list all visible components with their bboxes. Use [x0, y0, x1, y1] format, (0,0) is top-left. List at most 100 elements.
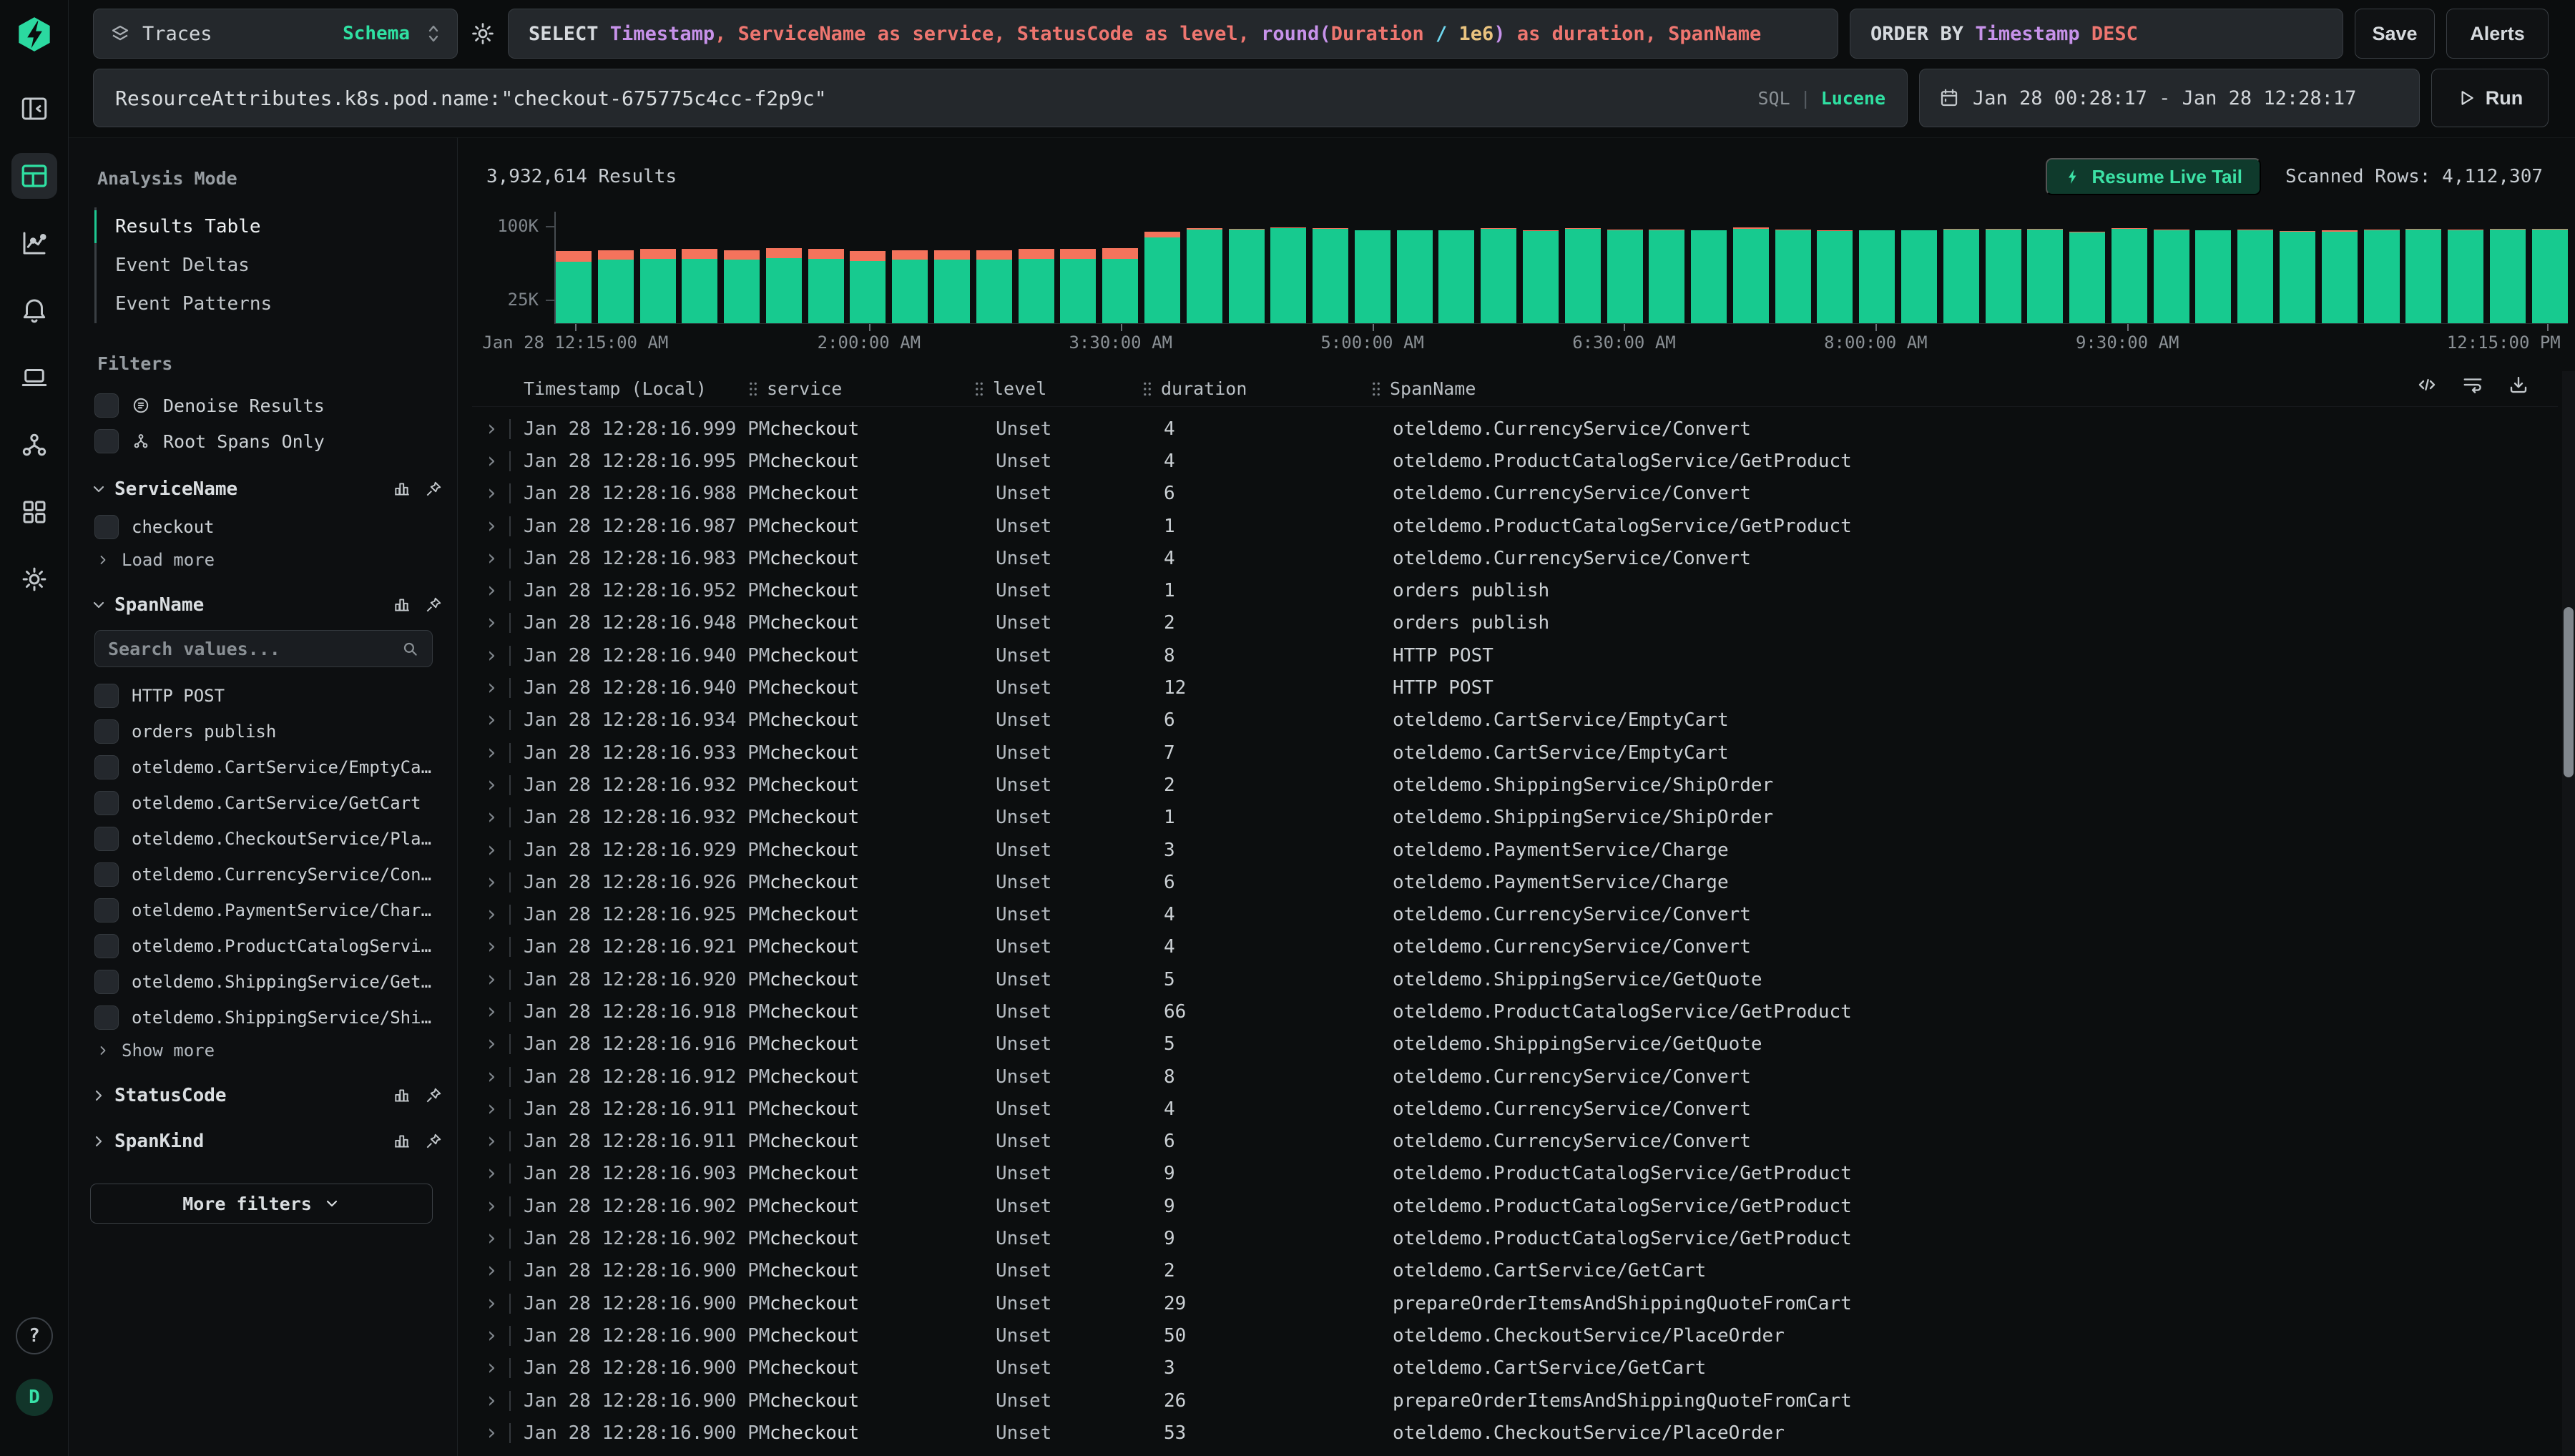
row-expand-icon[interactable]: › [485, 1163, 498, 1184]
scrollbar-track[interactable] [2562, 371, 2575, 1456]
settings-nav-icon[interactable] [11, 556, 57, 602]
row-expand-icon[interactable]: › [485, 1228, 498, 1249]
row-expand-icon[interactable]: › [485, 807, 498, 828]
row-expand-cell[interactable]: › [472, 742, 524, 764]
spanname-checkbox[interactable] [94, 898, 119, 923]
drag-handle-icon[interactable] [1139, 380, 1155, 398]
row-expand-cell[interactable]: › [472, 516, 524, 537]
run-button[interactable]: Run [2431, 69, 2549, 127]
table-row[interactable]: ›Jan 28 12:28:16.932 PMcheckoutUnset2ote… [472, 769, 2558, 801]
row-expand-cell[interactable]: › [472, 1293, 524, 1314]
row-expand-icon[interactable]: › [485, 742, 498, 764]
row-expand-cell[interactable]: › [472, 709, 524, 731]
table-row[interactable]: ›Jan 28 12:28:16.925 PMcheckoutUnset4ote… [472, 898, 2558, 930]
row-expand-cell[interactable]: › [472, 1196, 524, 1217]
table-row[interactable]: ›Jan 28 12:28:16.916 PMcheckoutUnset5ote… [472, 1028, 2558, 1061]
wrap-text-icon[interactable] [2462, 374, 2483, 395]
root-spans-toggle[interactable]: Root Spans Only [94, 428, 444, 454]
row-expand-icon[interactable]: › [485, 1293, 498, 1314]
spanname-checkbox[interactable] [94, 684, 119, 708]
row-expand-icon[interactable]: › [485, 969, 498, 990]
spanname-value[interactable]: oteldemo.PaymentService/Char… [94, 897, 444, 923]
analysis-mode-item[interactable]: Event Patterns [97, 285, 444, 323]
histogram-chart[interactable]: Jan 28 12:15:00 AM2:00:00 AM3:30:00 AM5:… [458, 208, 2568, 351]
spankind-section-header[interactable]: SpanKind [90, 1131, 443, 1152]
row-expand-icon[interactable]: › [485, 580, 498, 601]
row-expand-cell[interactable]: › [472, 677, 524, 699]
source-settings-gear-icon[interactable] [469, 20, 496, 47]
table-row[interactable]: ›Jan 28 12:28:16.948 PMcheckoutUnset2ord… [472, 607, 2558, 639]
row-expand-icon[interactable]: › [485, 709, 498, 731]
pin-icon[interactable] [424, 1132, 443, 1151]
table-row[interactable]: ›Jan 28 12:28:16.999 PMcheckoutUnset4ote… [472, 413, 2558, 445]
row-expand-cell[interactable]: › [472, 807, 524, 828]
row-expand-icon[interactable]: › [485, 1131, 498, 1152]
table-row[interactable]: ›Jan 28 12:28:16.911 PMcheckoutUnset4ote… [472, 1093, 2558, 1125]
table-row[interactable]: ›Jan 28 12:28:16.940 PMcheckoutUnset12HT… [472, 672, 2558, 704]
bar-chart-icon[interactable] [393, 596, 411, 614]
table-row[interactable]: ›Jan 28 12:28:16.900 PMcheckoutUnset3ote… [472, 1352, 2558, 1384]
row-expand-icon[interactable]: › [485, 840, 498, 861]
row-expand-icon[interactable]: › [485, 677, 498, 699]
pin-icon[interactable] [424, 480, 443, 498]
spanname-value[interactable]: oteldemo.CheckoutService/Pla… [94, 826, 444, 852]
row-expand-icon[interactable]: › [485, 1422, 498, 1444]
table-row[interactable]: ›Jan 28 12:28:16.983 PMcheckoutUnset4ote… [472, 542, 2558, 574]
spanname-checkbox[interactable] [94, 934, 119, 958]
row-expand-icon[interactable]: › [485, 516, 498, 537]
row-expand-icon[interactable]: › [485, 1357, 498, 1379]
bar-chart-icon[interactable] [393, 1132, 411, 1151]
table-row[interactable]: ›Jan 28 12:28:16.988 PMcheckoutUnset6ote… [472, 478, 2558, 510]
row-expand-cell[interactable]: › [472, 1033, 524, 1055]
row-expand-cell[interactable]: › [472, 1163, 524, 1184]
bar-chart-icon[interactable] [393, 1086, 411, 1105]
col-service[interactable]: service [745, 378, 996, 399]
app-logo-icon[interactable] [16, 16, 53, 53]
spanname-value[interactable]: oteldemo.ProductCatalogServi… [94, 933, 444, 959]
table-row[interactable]: ›Jan 28 12:28:16.902 PMcheckoutUnset9ote… [472, 1190, 2558, 1222]
search-bar[interactable]: ResourceAttributes.k8s.pod.name:"checkou… [93, 69, 1908, 127]
row-expand-icon[interactable]: › [485, 904, 498, 925]
row-expand-cell[interactable]: › [472, 451, 524, 472]
row-expand-cell[interactable]: › [472, 1260, 524, 1282]
row-expand-cell[interactable]: › [472, 872, 524, 893]
row-expand-cell[interactable]: › [472, 645, 524, 666]
download-icon[interactable] [2508, 374, 2529, 395]
row-expand-icon[interactable]: › [485, 645, 498, 666]
drag-handle-icon[interactable] [1368, 380, 1384, 398]
pin-icon[interactable] [424, 596, 443, 614]
spanname-section-header[interactable]: SpanName [90, 594, 443, 616]
table-row[interactable]: ›Jan 28 12:28:16.920 PMcheckoutUnset5ote… [472, 963, 2558, 995]
spanname-search-input[interactable] [108, 639, 392, 659]
servicename-value[interactable]: checkout [94, 514, 444, 540]
help-icon[interactable]: ? [16, 1317, 53, 1354]
row-expand-cell[interactable]: › [472, 580, 524, 601]
denoise-checkbox[interactable] [94, 393, 119, 418]
row-expand-cell[interactable]: › [472, 1325, 524, 1347]
order-by-editor[interactable]: ORDER BY Timestamp DESC [1850, 9, 2343, 59]
table-row[interactable]: ›Jan 28 12:28:16.900 PMcheckoutUnset29pr… [472, 1287, 2558, 1319]
spanname-checkbox[interactable] [94, 791, 119, 815]
col-level[interactable]: level [971, 378, 1164, 399]
row-expand-icon[interactable]: › [485, 1033, 498, 1055]
table-row[interactable]: ›Jan 28 12:28:16.952 PMcheckoutUnset1ord… [472, 574, 2558, 606]
table-row[interactable]: ›Jan 28 12:28:16.911 PMcheckoutUnset6ote… [472, 1126, 2558, 1158]
table-row[interactable]: ›Jan 28 12:28:16.995 PMcheckoutUnset4ote… [472, 445, 2558, 477]
select-query-editor[interactable]: SELECT Timestamp, ServiceName as service… [508, 9, 1838, 59]
row-expand-cell[interactable]: › [472, 612, 524, 634]
spanname-value[interactable]: orders publish [94, 719, 444, 744]
table-row[interactable]: ›Jan 28 12:28:16.933 PMcheckoutUnset7ote… [472, 737, 2558, 769]
user-avatar[interactable]: D [16, 1379, 53, 1416]
table-row[interactable]: ›Jan 28 12:28:16.900 PMcheckoutUnset50ot… [472, 1319, 2558, 1352]
statuscode-section-header[interactable]: StatusCode [90, 1085, 443, 1106]
row-expand-cell[interactable]: › [472, 1422, 524, 1444]
row-expand-cell[interactable]: › [472, 969, 524, 990]
table-row[interactable]: ›Jan 28 12:28:16.900 PMcheckoutUnset2ote… [472, 1255, 2558, 1287]
alerts-button[interactable]: Alerts [2446, 9, 2549, 59]
table-row[interactable]: ›Jan 28 12:28:16.900 PMcheckoutUnset26pr… [472, 1384, 2558, 1417]
spanname-value[interactable]: oteldemo.ShippingService/Shi… [94, 1005, 444, 1030]
sessions-nav-icon[interactable] [11, 355, 57, 400]
table-row[interactable]: ›Jan 28 12:28:16.929 PMcheckoutUnset3ote… [472, 834, 2558, 866]
row-expand-icon[interactable]: › [485, 418, 498, 440]
spanname-value[interactable]: oteldemo.ShippingService/Get… [94, 969, 444, 995]
